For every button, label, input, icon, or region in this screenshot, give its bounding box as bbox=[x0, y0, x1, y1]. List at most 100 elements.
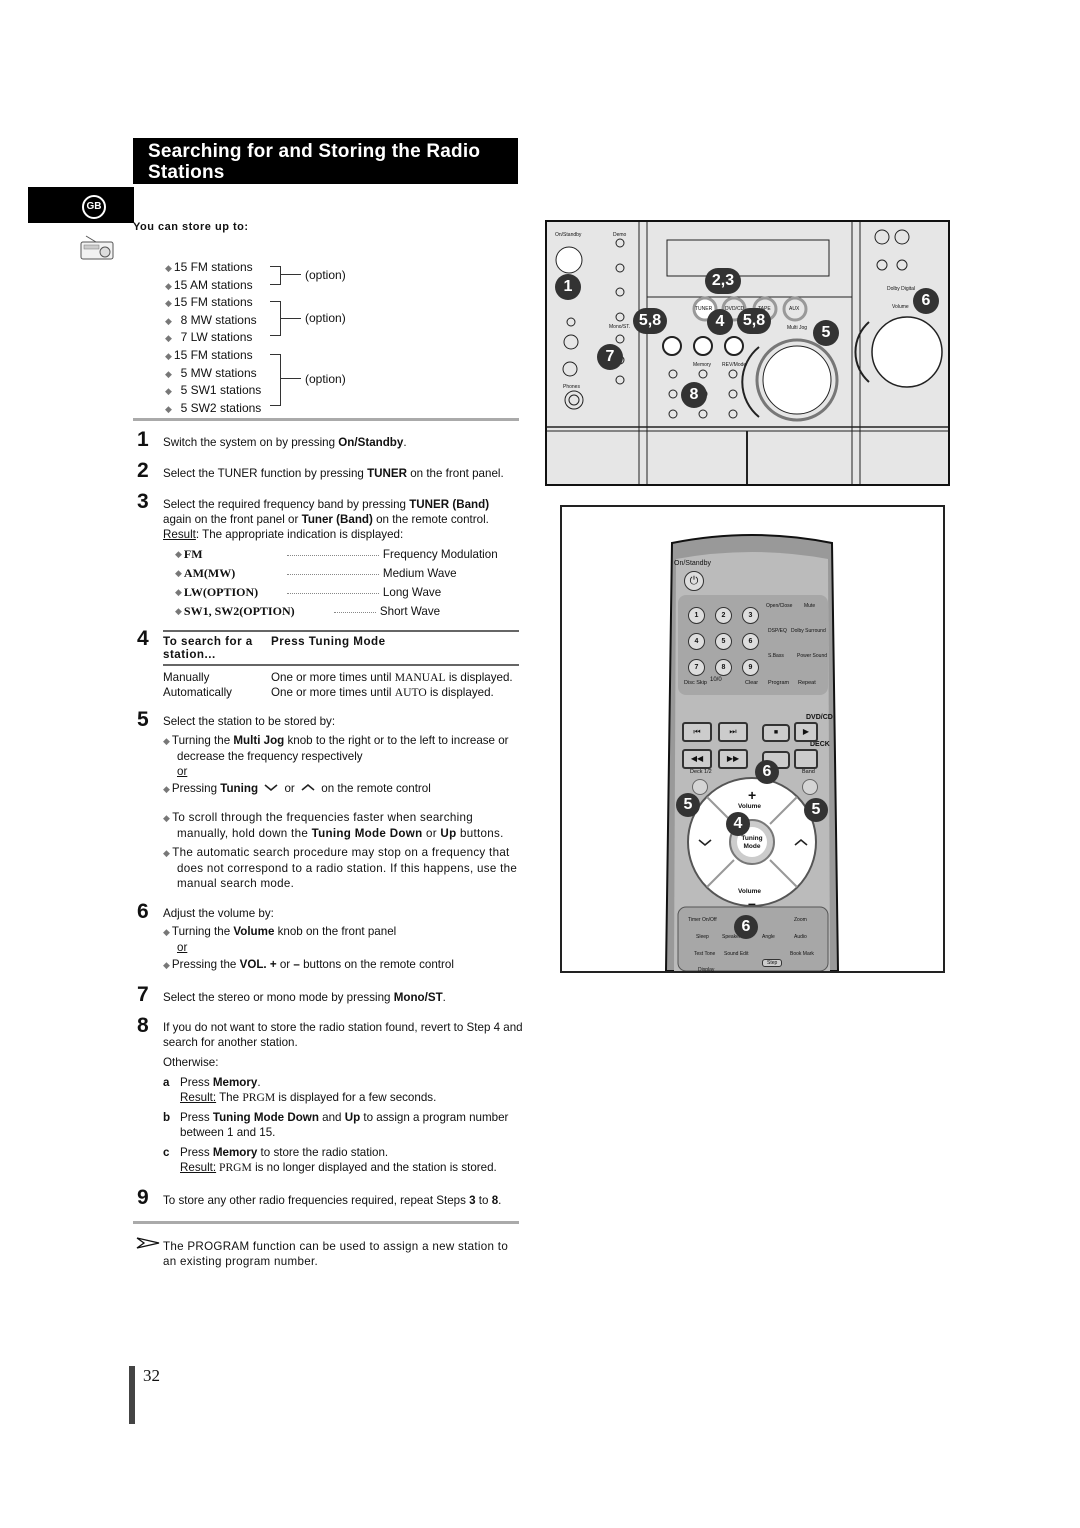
group-bracket bbox=[270, 301, 281, 337]
diamond-bullet-icon: ◆ bbox=[165, 315, 172, 326]
dot-leader bbox=[286, 545, 379, 556]
digit-button[interactable]: 2 bbox=[715, 607, 732, 624]
list-item: ◆ 15 FM stations bbox=[165, 347, 253, 362]
language-badge: GB bbox=[82, 195, 106, 219]
rewind-button[interactable]: ⏮ bbox=[682, 722, 712, 742]
rewind-icon: ◀◀ bbox=[690, 754, 704, 763]
label-sound-edit: Sound Edit bbox=[724, 951, 749, 957]
list-item: ◆ 7 LW stations bbox=[165, 330, 253, 345]
callout-1: 1 bbox=[555, 274, 581, 300]
search-mode-table: To search for a station... Press Tuning … bbox=[163, 630, 519, 700]
chevron-up-icon bbox=[301, 783, 315, 791]
forward-button[interactable]: ⏭ bbox=[718, 722, 748, 742]
digit-button[interactable]: 9 bbox=[742, 659, 759, 676]
group-bracket bbox=[270, 266, 281, 285]
step-number: 1 bbox=[137, 428, 149, 451]
table-header: To search for a station... Press Tuning … bbox=[163, 630, 519, 666]
step-number: 4 bbox=[137, 627, 149, 650]
dot-leader bbox=[286, 564, 379, 575]
diamond-bullet-icon: ◆ bbox=[165, 386, 172, 397]
label-dolby-digital: Dolby Digital bbox=[887, 286, 916, 292]
deck-rewind-button[interactable]: ◀◀ bbox=[682, 749, 712, 769]
label-on-standby: On/Standby bbox=[555, 232, 582, 238]
band-button[interactable] bbox=[802, 779, 818, 795]
callout-5: 5 bbox=[813, 320, 839, 346]
title-line-2: Stations bbox=[148, 162, 225, 183]
label-phones: Phones bbox=[563, 384, 580, 390]
chevron-down-icon bbox=[264, 784, 278, 792]
diamond-bullet-icon: ◆ bbox=[163, 960, 170, 970]
table-row: ◆ FM Frequency Modulation bbox=[175, 545, 498, 564]
step-2-text: Select the TUNER function by pressing TU… bbox=[163, 467, 504, 480]
label-volume: Volume bbox=[892, 304, 909, 310]
label-power-sound: Power Sound bbox=[797, 653, 828, 659]
table-row: ◆ SW1, SW2(OPTION) Short Wave bbox=[175, 602, 498, 621]
note-text: The PROGRAM function can be used to assi… bbox=[163, 1240, 509, 1268]
label-open-close: Open/Close bbox=[766, 603, 793, 609]
language-tab: GB bbox=[28, 187, 134, 223]
stop-button[interactable]: ■ bbox=[762, 724, 790, 742]
callout-5-right: 5 bbox=[804, 798, 828, 822]
digit-button[interactable]: 5 bbox=[715, 633, 732, 650]
bracket-line bbox=[281, 274, 301, 275]
page-number: 32 bbox=[143, 1366, 160, 1385]
digit-button[interactable]: 8 bbox=[715, 659, 732, 676]
deck-forward-button[interactable]: ▶▶ bbox=[718, 749, 748, 769]
play-button[interactable]: ▶ bbox=[794, 722, 818, 742]
label-timer-on-off: Timer On/Off bbox=[688, 917, 717, 923]
label-demo: Demo bbox=[613, 232, 627, 238]
deck-1-2-button[interactable] bbox=[692, 779, 708, 795]
station-group: ◆ 15 FM stations ◆ 5 MW stations ◆ 5 SW1 … bbox=[165, 347, 346, 417]
digit-button[interactable]: 7 bbox=[688, 659, 705, 676]
diamond-bullet-icon: ◆ bbox=[165, 298, 172, 309]
callout-8: 8 bbox=[681, 382, 707, 408]
diamond-bullet-icon: ◆ bbox=[175, 568, 182, 578]
bracket-line bbox=[281, 377, 301, 379]
column-header: To search for a station... bbox=[163, 635, 253, 661]
volume-plus-button[interactable]: + bbox=[748, 787, 756, 803]
step-number: 3 bbox=[137, 490, 149, 513]
step-button[interactable]: Step bbox=[762, 959, 783, 967]
callout-5-8-right: 5,8 bbox=[737, 308, 771, 334]
label-program: Program bbox=[768, 680, 790, 686]
label-display: Display bbox=[698, 967, 715, 973]
diamond-bullet-icon: ◆ bbox=[165, 263, 172, 273]
step-number: 9 bbox=[137, 1186, 149, 1209]
station-capacity-list: ◆ 15 FM stations ◆ 15 AM stations (option)… bbox=[165, 259, 346, 417]
divider bbox=[133, 1221, 519, 1224]
label-volume-down: Volume bbox=[738, 888, 761, 895]
skip-back-icon: ⏮ bbox=[693, 727, 701, 736]
digit-button[interactable]: 6 bbox=[742, 633, 759, 650]
dot-leader bbox=[333, 602, 376, 613]
radio-icon bbox=[80, 235, 114, 260]
tuning-up-icon[interactable] bbox=[794, 838, 808, 847]
deck-play-button[interactable] bbox=[794, 749, 818, 769]
power-button[interactable]: ⏻ bbox=[684, 571, 704, 591]
callout-5-8-left: 5,8 bbox=[633, 308, 667, 334]
list-item: ◆ 5 SW1 stations bbox=[165, 383, 262, 398]
tuning-down-icon[interactable] bbox=[698, 838, 712, 847]
option-note: (option) bbox=[305, 371, 346, 386]
label-deck-1-2: Deck 1/2 bbox=[690, 769, 712, 775]
label-test-tone: Test Tone bbox=[694, 951, 716, 957]
label-on-standby: On/Standby bbox=[674, 560, 711, 567]
label-deck: DECK bbox=[810, 741, 830, 748]
diamond-bullet-icon: ◆ bbox=[165, 280, 172, 291]
list-item: ◆ 15 AM stations bbox=[165, 277, 253, 292]
title-line-1: Searching for and Storing the Radio bbox=[148, 141, 481, 162]
digit-button[interactable]: 1 bbox=[688, 607, 705, 624]
label-book-mark: Book Mark bbox=[790, 951, 814, 957]
digit-button[interactable]: 4 bbox=[688, 633, 705, 650]
label-tuner: TUNER bbox=[695, 306, 713, 312]
label-volume-up: Volume bbox=[738, 803, 761, 810]
volume-minus-button[interactable]: – bbox=[748, 895, 756, 911]
tuning-mode-button[interactable]: Tuning Mode bbox=[738, 835, 766, 851]
label-band: Band bbox=[802, 769, 815, 775]
band-indication-table: ◆ FM Frequency Modulation ◆ AM(MW) Medium Wa… bbox=[175, 545, 498, 621]
option-note: (option) bbox=[305, 268, 346, 282]
front-panel-diagram: On/Standby Demo Mono/ST. Phones TUNER DV… bbox=[545, 220, 950, 486]
step-7-text: Select the stereo or mono mode by pressi… bbox=[163, 991, 446, 1004]
diamond-bullet-icon: ◆ bbox=[165, 403, 172, 414]
callout-5-left: 5 bbox=[676, 793, 700, 817]
digit-button[interactable]: 3 bbox=[742, 607, 759, 624]
